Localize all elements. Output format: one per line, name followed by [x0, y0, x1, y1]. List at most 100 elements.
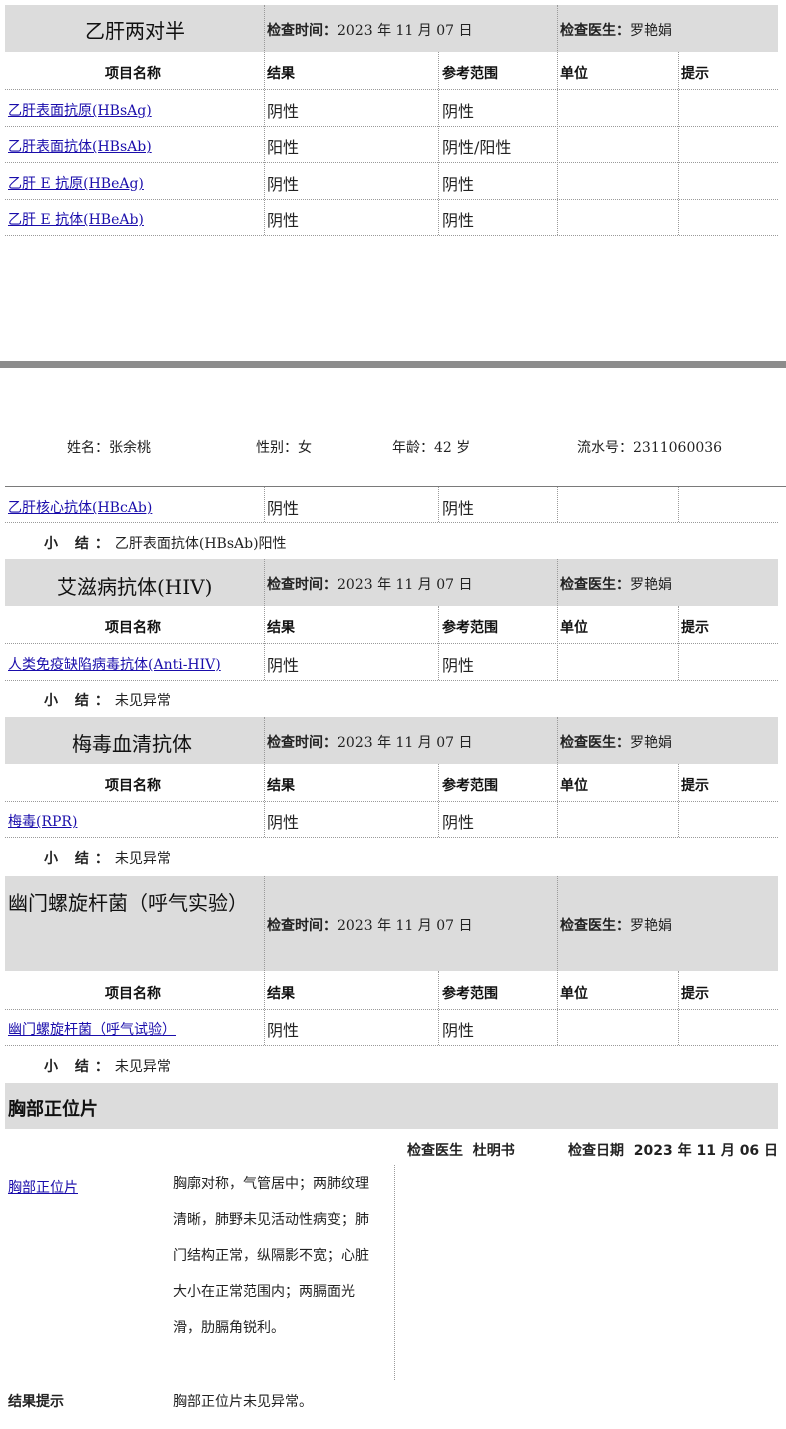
test-range: 阴性 — [442, 813, 475, 832]
col-hint-header: 提示 — [681, 66, 709, 82]
col-divider — [438, 606, 439, 680]
col-divider — [264, 5, 265, 235]
test-range: 阴性 — [442, 499, 475, 518]
row-divider — [5, 522, 778, 523]
test-item-link[interactable]: 乙肝 E 抗体(HBeAb) — [8, 209, 144, 229]
col-divider — [678, 764, 679, 837]
col-divider — [394, 1165, 395, 1380]
col-divider — [678, 487, 679, 522]
section-title: 乙肝两对半 — [85, 19, 185, 43]
col-divider — [557, 717, 558, 837]
xray-finding: 胸廓对称，气管居中；两肺纹理清晰，肺野未见活动性病变；肺门结构正常，纵隔影不宽；… — [173, 1176, 369, 1336]
row-divider — [5, 199, 778, 200]
col-result-header: 结果 — [267, 620, 295, 636]
exam-doctor: 检查医生：罗艳娟 — [560, 918, 672, 934]
col-unit-header: 单位 — [560, 778, 588, 794]
test-item-link[interactable]: 乙肝 E 抗原(HBeAg) — [8, 173, 144, 193]
col-range-header: 参考范围 — [442, 66, 498, 82]
patient-gender: 性别：女 — [256, 440, 312, 456]
col-divider — [264, 559, 265, 680]
exam-time: 检查时间：2023 年 11 月 07 日 — [267, 918, 473, 934]
test-result: 阴性 — [267, 499, 300, 518]
test-item-link[interactable]: 乙肝表面抗原(HBsAg) — [8, 100, 152, 120]
col-unit-header: 单位 — [560, 66, 588, 82]
col-hint-header: 提示 — [681, 620, 709, 636]
row-divider — [5, 801, 778, 802]
section-title: 幽门螺旋杆菌（呼气实验） — [8, 891, 248, 915]
result-label: 结果提示 — [8, 1394, 64, 1410]
xray-header-bar — [5, 1083, 778, 1129]
row-divider — [5, 1009, 778, 1010]
exam-doctor: 检查医生：罗艳娟 — [560, 735, 672, 751]
col-divider — [438, 52, 439, 235]
col-unit-header: 单位 — [560, 620, 588, 636]
col-divider — [264, 876, 265, 1045]
row-divider — [5, 235, 778, 236]
test-result: 阴性 — [267, 175, 300, 194]
test-range: 阴性 — [442, 656, 475, 675]
col-divider — [678, 52, 679, 235]
section-summary: 小 结：未见异常 — [44, 1059, 171, 1075]
patient-name: 姓名：张余桃 — [67, 440, 151, 456]
row-divider — [5, 89, 778, 90]
row-divider — [5, 126, 778, 127]
col-divider — [678, 606, 679, 680]
row-divider — [5, 680, 778, 681]
test-item-link[interactable]: 乙肝核心抗体(HBcAb) — [8, 497, 152, 517]
col-item-header: 项目名称 — [105, 986, 161, 1002]
col-divider — [557, 487, 558, 522]
col-result-header: 结果 — [267, 778, 295, 794]
test-item-link[interactable]: 梅毒(RPR) — [8, 811, 77, 831]
test-result: 阴性 — [267, 102, 300, 121]
test-result: 阴性 — [267, 813, 300, 832]
col-divider — [264, 487, 265, 522]
col-hint-header: 提示 — [681, 986, 709, 1002]
test-item-link[interactable]: 幽门螺旋杆菌（呼气试验） — [8, 1019, 176, 1039]
serial-number: 流水号：2311060036 — [577, 440, 723, 456]
test-item-link[interactable]: 乙肝表面抗体(HBsAb) — [8, 136, 152, 156]
test-range: 阴性/阳性 — [442, 138, 512, 157]
exam-time: 检查时间：2023 年 11 月 07 日 — [267, 577, 473, 593]
section-summary: 小 结：未见异常 — [44, 851, 171, 867]
col-divider — [557, 559, 558, 680]
section-summary: 小 结：未见异常 — [44, 693, 171, 709]
col-result-header: 结果 — [267, 66, 295, 82]
test-result: 阴性 — [267, 1021, 300, 1040]
col-divider — [438, 487, 439, 522]
test-range: 阴性 — [442, 175, 475, 194]
test-result: 阴性 — [267, 211, 300, 230]
test-result: 阴性 — [267, 656, 300, 675]
col-divider — [438, 764, 439, 837]
test-range: 阴性 — [442, 211, 475, 230]
section-title: 艾滋病抗体(HIV) — [57, 575, 213, 599]
col-item-header: 项目名称 — [105, 620, 161, 636]
row-divider — [5, 837, 778, 838]
exam-doctor: 检查医生：罗艳娟 — [560, 577, 672, 593]
exam-doctor: 检查医生：罗艳娟 — [560, 23, 672, 39]
test-result: 阳性 — [267, 138, 300, 157]
test-item-link[interactable]: 人类免疫缺陷病毒抗体(Anti-HIV) — [8, 654, 221, 674]
xray-result: 胸部正位片未见异常。 — [173, 1394, 313, 1410]
col-result-header: 结果 — [267, 986, 295, 1002]
row-divider — [5, 1045, 778, 1046]
col-range-header: 参考范围 — [442, 778, 498, 794]
col-range-header: 参考范围 — [442, 620, 498, 636]
col-range-header: 参考范围 — [442, 986, 498, 1002]
col-item-header: 项目名称 — [105, 66, 161, 82]
page-break — [0, 361, 786, 368]
xray-doctor: 检查医生 杜明书 — [407, 1143, 515, 1159]
row-divider — [5, 162, 778, 163]
col-divider — [438, 971, 439, 1045]
col-hint-header: 提示 — [681, 778, 709, 794]
section-title: 胸部正位片 — [8, 1099, 98, 1120]
patient-age: 年龄：42 岁 — [392, 440, 471, 456]
col-divider — [557, 5, 558, 235]
test-range: 阴性 — [442, 1021, 475, 1040]
test-range: 阴性 — [442, 102, 475, 121]
col-divider — [264, 717, 265, 837]
section-title: 梅毒血清抗体 — [72, 732, 192, 756]
exam-time: 检查时间：2023 年 11 月 07 日 — [267, 23, 473, 39]
xray-item-link[interactable]: 胸部正位片 — [8, 1177, 78, 1197]
col-unit-header: 单位 — [560, 986, 588, 1002]
col-item-header: 项目名称 — [105, 778, 161, 794]
